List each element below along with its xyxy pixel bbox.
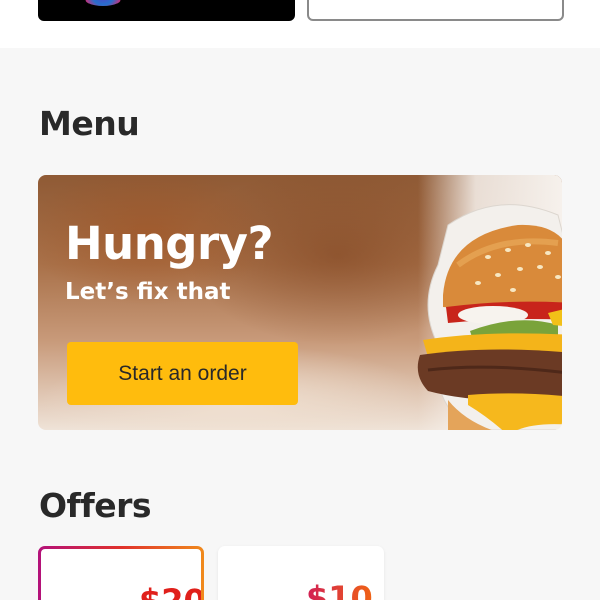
offer-price: $10 — [306, 582, 373, 600]
menu-hero-banner[interactable]: Hungry? Let’s fix that Start an order — [38, 175, 562, 430]
top-action-bar — [0, 0, 600, 48]
offer-card[interactable]: $20 — [38, 546, 204, 600]
offers-section-title: Offers — [39, 486, 152, 525]
offer-card[interactable]: $10 — [218, 546, 384, 600]
top-dark-button[interactable] — [38, 0, 295, 21]
hero-subtitle: Let’s fix that — [65, 279, 231, 305]
start-order-button[interactable]: Start an order — [67, 342, 298, 405]
offer-price: $20 — [139, 585, 201, 600]
burger-image — [417, 204, 562, 430]
top-outline-button[interactable] — [307, 0, 564, 21]
hero-title: Hungry? — [65, 217, 274, 270]
menu-section-title: Menu — [39, 104, 140, 143]
assistant-orb-icon — [82, 0, 124, 6]
